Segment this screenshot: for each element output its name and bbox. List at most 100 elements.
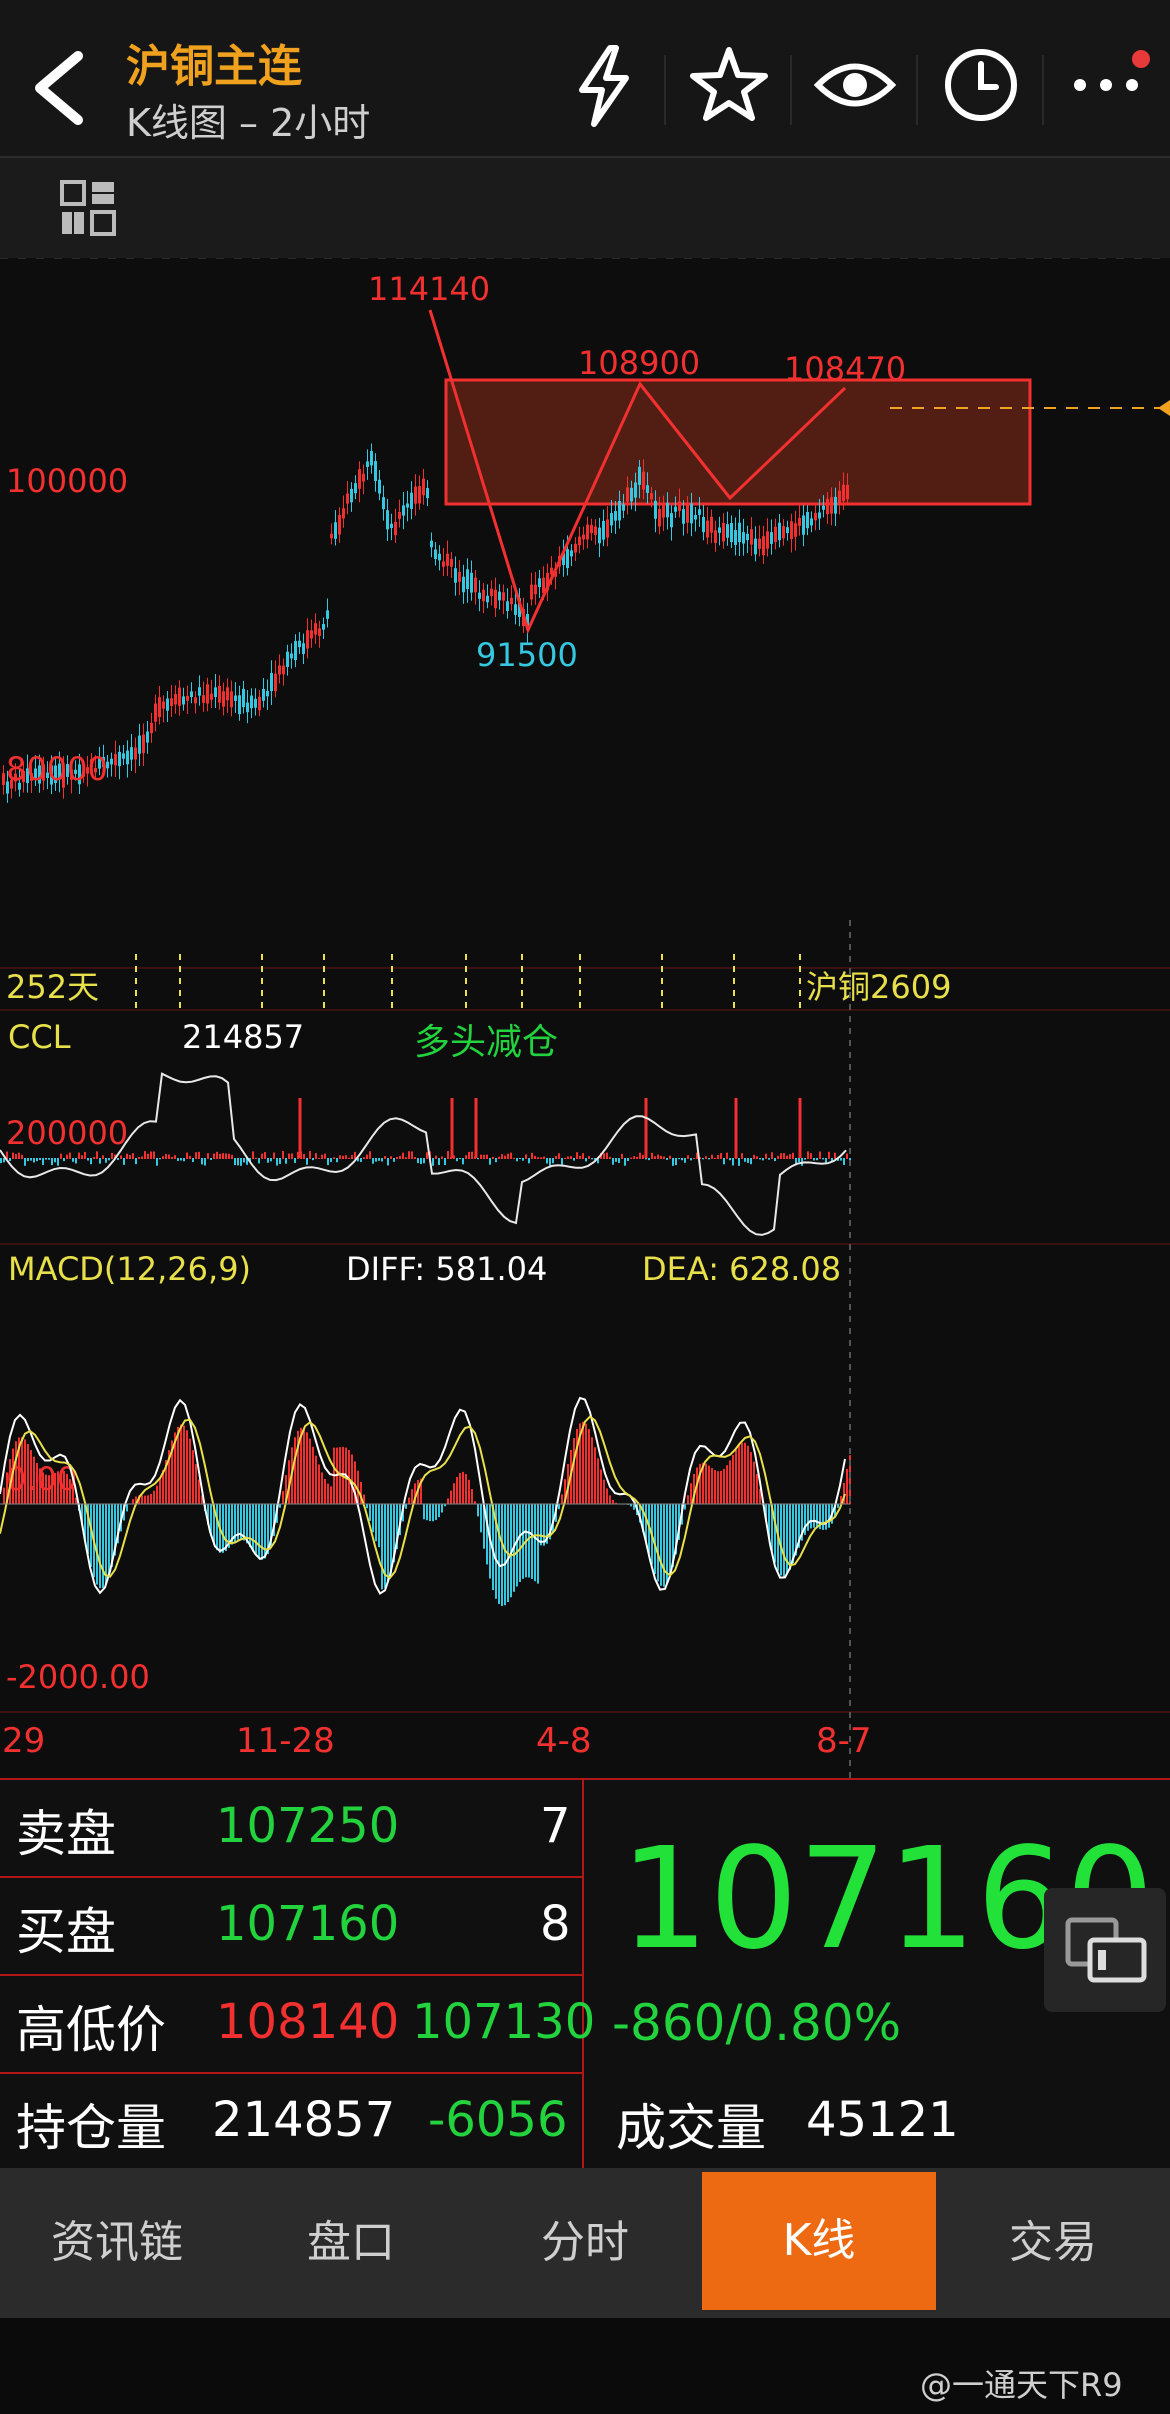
kline-chart[interactable]: 114140 108900 108470 91500 100000 80000 …	[0, 258, 1170, 1778]
macd-bar	[315, 1455, 317, 1505]
candle-body	[298, 640, 301, 648]
star-icon[interactable]	[686, 40, 772, 130]
candle-body	[470, 572, 473, 593]
candle-body	[378, 479, 381, 494]
candle-body	[454, 568, 457, 583]
ccl-bar	[231, 1154, 233, 1159]
high-label: 114140	[368, 270, 490, 308]
candle-body	[770, 532, 773, 544]
volume-label: 成交量	[616, 2099, 766, 2157]
candle-body	[438, 553, 441, 561]
candle-body	[266, 690, 269, 697]
macd-bar	[57, 1471, 59, 1505]
macd-bar	[108, 1504, 110, 1577]
grid-icon[interactable]	[60, 180, 116, 236]
ccl-bar	[288, 1153, 290, 1159]
flash-icon[interactable]	[560, 40, 646, 130]
ccl-bar	[420, 1158, 422, 1165]
ccl-bar	[618, 1158, 620, 1163]
ccl-histogram	[0, 1072, 851, 1236]
ccl-bar	[528, 1158, 530, 1164]
candle-body	[242, 688, 245, 708]
tab-trade[interactable]: 交易	[936, 2168, 1170, 2318]
ccl-bar	[498, 1156, 500, 1159]
candle-body	[754, 538, 757, 555]
candle-body	[366, 461, 369, 467]
ccl-bar	[51, 1158, 53, 1166]
ccl-bar	[459, 1158, 461, 1160]
ccl-bar	[90, 1158, 92, 1165]
candle-body	[506, 601, 509, 611]
ccl-bar	[486, 1154, 488, 1159]
macd-bar	[732, 1454, 734, 1505]
clock-icon[interactable]	[938, 40, 1024, 130]
macd-bar	[387, 1504, 389, 1583]
macd-bar	[687, 1495, 689, 1505]
macd-bar	[45, 1474, 47, 1505]
macd-bar	[24, 1439, 26, 1505]
macd-diff: DIFF: 581.04	[346, 1250, 547, 1288]
macd-bar	[588, 1429, 590, 1505]
ccl-bar	[681, 1158, 683, 1161]
ccl-bar	[42, 1158, 44, 1165]
ccl-bar	[147, 1153, 149, 1159]
candle-body	[306, 630, 309, 649]
ccl-bar	[99, 1158, 101, 1164]
ccl-bar	[183, 1158, 185, 1162]
macd-bar	[462, 1471, 464, 1505]
macd-bar	[708, 1465, 710, 1505]
ccl-bar	[582, 1153, 584, 1159]
candle-body	[346, 493, 349, 504]
macd-bar	[144, 1495, 146, 1505]
ccl-bar	[294, 1158, 296, 1163]
macd-bar	[717, 1471, 719, 1505]
macd-bar	[498, 1504, 500, 1605]
candle-body	[278, 665, 281, 675]
ccl-bar	[273, 1152, 275, 1159]
ccl-bar	[759, 1158, 761, 1160]
switch-view-button[interactable]	[1044, 1888, 1166, 2012]
ccl-bar	[846, 1153, 848, 1159]
ccl-bar	[87, 1158, 89, 1161]
ccl-bar	[159, 1158, 161, 1160]
candle-body	[410, 492, 413, 509]
macd-bar	[198, 1479, 200, 1505]
ccl-bar	[423, 1158, 425, 1164]
ccl-bar	[327, 1158, 329, 1166]
tab-news-chain[interactable]: 资讯链	[0, 2168, 234, 2318]
macd-bar	[543, 1504, 545, 1546]
ccl-bar	[729, 1158, 731, 1161]
tab-intraday[interactable]: 分时	[468, 2168, 702, 2318]
quote-row-divider	[0, 1876, 584, 1878]
back-icon[interactable]	[26, 48, 96, 128]
candle-body	[726, 524, 729, 538]
macd-bar	[66, 1473, 68, 1505]
ccl-bar	[807, 1151, 809, 1159]
candle-body	[314, 623, 317, 635]
ccl-bar	[756, 1156, 758, 1159]
ccl-bar	[33, 1158, 35, 1163]
candle-body	[238, 695, 241, 715]
ccl-bar	[522, 1158, 524, 1161]
ccl-bar	[282, 1151, 284, 1159]
ccl-bar	[171, 1156, 173, 1159]
macd-bar	[252, 1504, 254, 1552]
macd-bar	[48, 1475, 50, 1505]
tab-order-book[interactable]: 盘口	[234, 2168, 468, 2318]
macd-bar	[42, 1472, 44, 1505]
ccl-bar	[417, 1158, 419, 1164]
candle-body	[534, 584, 537, 595]
ccl-bar	[786, 1155, 788, 1159]
ccl-bar	[714, 1157, 716, 1159]
ccl-bar	[615, 1158, 617, 1162]
header-separator	[1042, 55, 1044, 125]
macd-bar	[465, 1474, 467, 1505]
macd-histogram	[0, 1396, 851, 1607]
eye-icon[interactable]	[812, 40, 898, 130]
ccl-bar	[219, 1153, 221, 1159]
tab-kline[interactable]: K线	[702, 2172, 936, 2310]
ccl-bar	[768, 1158, 770, 1160]
macd-bar	[735, 1449, 737, 1505]
macd-low-label: -2000.00	[6, 1658, 150, 1696]
candle-body	[226, 687, 229, 701]
